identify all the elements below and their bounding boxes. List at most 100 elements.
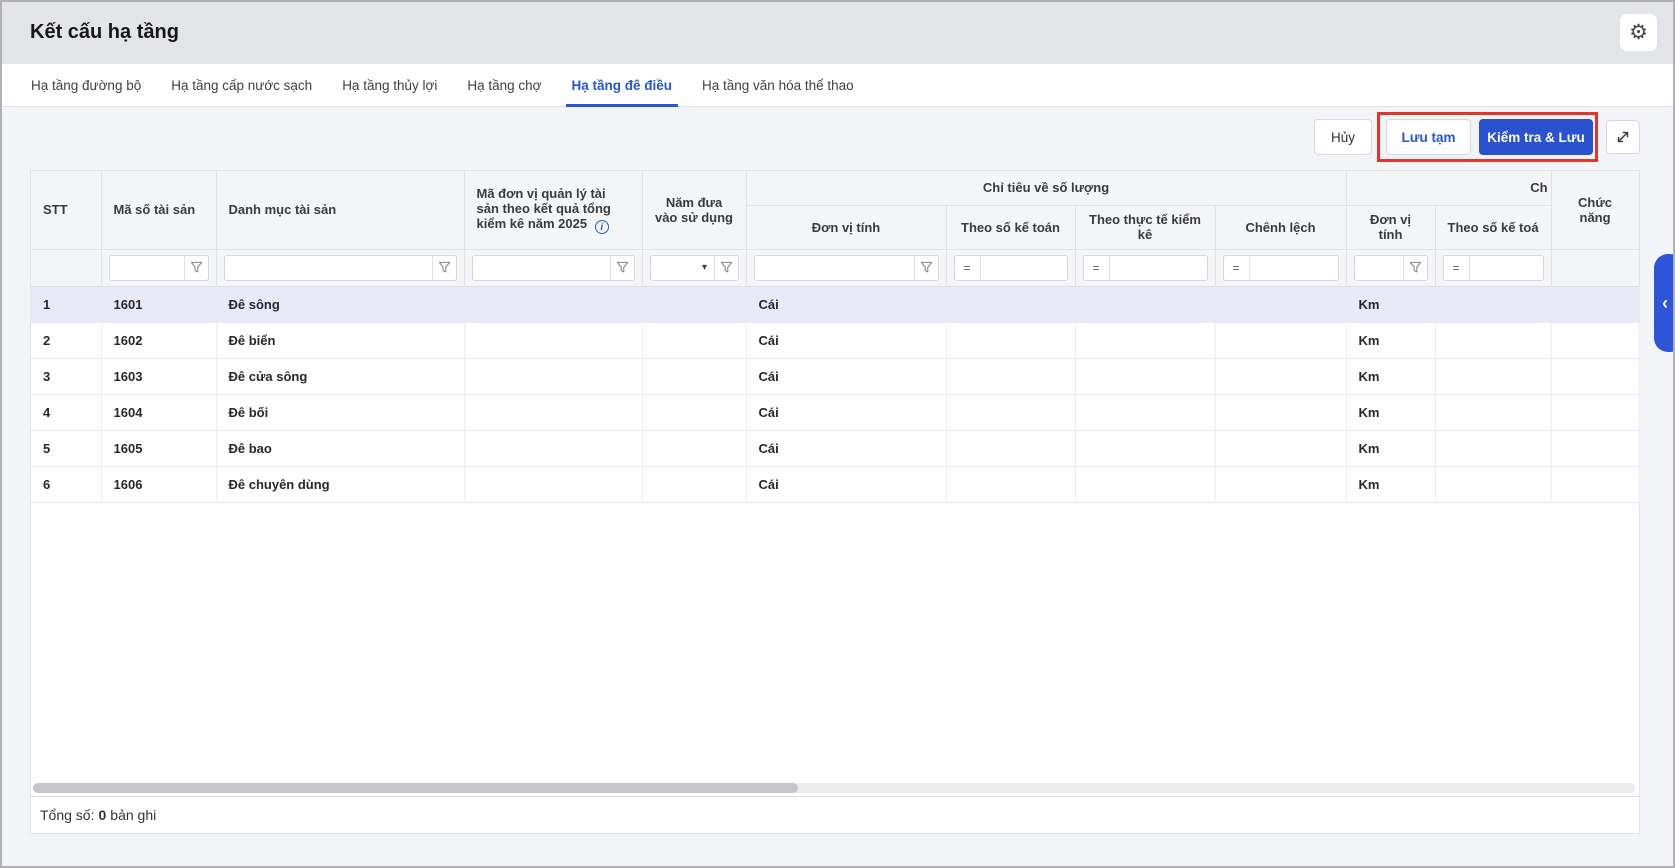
side-panel-handle[interactable]: ‹: [1654, 254, 1675, 352]
column-header-2[interactable]: Danh mục tài sản: [216, 171, 464, 249]
check-and-save-button[interactable]: Kiểm tra & Lưu: [1479, 119, 1593, 155]
column-header-4[interactable]: Năm đưa vào sử dụng: [642, 171, 746, 249]
cell: Cái: [746, 430, 946, 466]
filter-row: ▾ = = = =: [31, 249, 1639, 286]
column-header-9[interactable]: Đơn vị tính: [1346, 205, 1435, 249]
grid-table: STTMã số tài sảnDanh mục tài sảnMã đơn v…: [31, 171, 1640, 503]
select-caret-icon[interactable]: ▾: [696, 262, 714, 273]
filter-cell-8[interactable]: =: [1215, 249, 1346, 286]
cell: 1602: [101, 322, 216, 358]
filter-cell-5[interactable]: [746, 249, 946, 286]
funnel-icon[interactable]: [715, 261, 738, 274]
column-header-3[interactable]: Mã đơn vị quản lý tài sản theo kết quả t…: [464, 171, 642, 249]
table-row[interactable]: 11601Đê sôngCáiKm: [31, 286, 1639, 322]
cell: [1551, 286, 1639, 322]
cell: [946, 466, 1075, 502]
tab-5[interactable]: Hạ tầng văn hóa thể thao: [687, 64, 869, 106]
expand-button[interactable]: [1606, 120, 1640, 154]
equals-operator-button[interactable]: =: [1444, 261, 1469, 275]
cell: [464, 358, 642, 394]
cell: [1435, 466, 1551, 502]
cell: [1215, 430, 1346, 466]
filter-input-7[interactable]: [1110, 257, 1207, 279]
expand-icon: [1615, 129, 1631, 145]
equals-operator-button[interactable]: =: [1084, 261, 1109, 275]
cell: [946, 322, 1075, 358]
filter-cell-3[interactable]: [464, 249, 642, 286]
filter-input-9[interactable]: [1355, 257, 1403, 279]
filter-input-4[interactable]: [651, 257, 696, 279]
filter-cell-0: [31, 249, 101, 286]
cell: Km: [1346, 430, 1435, 466]
table-row[interactable]: 31603Đê cửa sôngCáiKm: [31, 358, 1639, 394]
table-row[interactable]: 41604Đê bốiCáiKm: [31, 394, 1639, 430]
cell: Km: [1346, 358, 1435, 394]
cell: Cái: [746, 286, 946, 322]
funnel-icon[interactable]: [915, 261, 938, 274]
filter-cell-7[interactable]: =: [1075, 249, 1215, 286]
save-temp-button[interactable]: Lưu tạm: [1386, 119, 1471, 155]
cell: Cái: [746, 322, 946, 358]
h-scrollbar: [33, 783, 1635, 793]
filter-cell-2[interactable]: [216, 249, 464, 286]
cell: [464, 466, 642, 502]
filter-cell-10[interactable]: =: [1435, 249, 1551, 286]
tab-2[interactable]: Hạ tầng thủy lợi: [327, 64, 452, 106]
cell: [1435, 358, 1551, 394]
filter-input-10[interactable]: [1470, 257, 1543, 279]
tab-1[interactable]: Hạ tầng cấp nước sạch: [156, 64, 327, 106]
funnel-icon[interactable]: [185, 261, 208, 274]
filter-input-8[interactable]: [1250, 257, 1338, 279]
cell: [1215, 394, 1346, 430]
data-grid: STTMã số tài sảnDanh mục tài sảnMã đơn v…: [30, 170, 1640, 834]
column-header-10[interactable]: Theo số kế toá: [1435, 205, 1551, 249]
tab-4-active[interactable]: Hạ tầng đê điều: [557, 64, 688, 106]
cell: [1075, 430, 1215, 466]
filter-input-2[interactable]: [225, 257, 432, 279]
h-scrollbar-thumb[interactable]: [33, 783, 798, 793]
filter-input-1[interactable]: [110, 257, 184, 279]
filter-cell-1[interactable]: [101, 249, 216, 286]
cell: 6: [31, 466, 101, 502]
filter-cell-4[interactable]: ▾: [642, 249, 746, 286]
cell: [1075, 286, 1215, 322]
cell: [1551, 430, 1639, 466]
gear-icon: ⚙: [1629, 22, 1648, 43]
table-row[interactable]: 51605Đê baoCáiKm: [31, 430, 1639, 466]
tab-3[interactable]: Hạ tầng chợ: [452, 64, 556, 106]
table-row[interactable]: 61606Đê chuyên dùngCáiKm: [31, 466, 1639, 502]
settings-button[interactable]: ⚙: [1620, 14, 1657, 51]
info-icon[interactable]: i: [595, 220, 609, 234]
column-header-1[interactable]: Mã số tài sản: [101, 171, 216, 249]
column-header-5[interactable]: Đơn vị tính: [746, 205, 946, 249]
cell: [1215, 358, 1346, 394]
tab-0[interactable]: Hạ tầng đường bộ: [16, 64, 156, 106]
funnel-icon[interactable]: [1404, 261, 1427, 274]
window: Kết cấu hạ tầng ⚙ Hạ tầng đường bộHạ tần…: [0, 0, 1675, 868]
cell: [642, 286, 746, 322]
table-row[interactable]: 21602Đê biểnCáiKm: [31, 322, 1639, 358]
cell: 1605: [101, 430, 216, 466]
cancel-button[interactable]: Hủy: [1314, 119, 1372, 155]
filter-input-5[interactable]: [755, 257, 914, 279]
column-header-8[interactable]: Chênh lệch: [1215, 205, 1346, 249]
funnel-icon[interactable]: [611, 261, 634, 274]
cell: [464, 286, 642, 322]
filter-cell-6[interactable]: =: [946, 249, 1075, 286]
equals-operator-button[interactable]: =: [955, 261, 980, 275]
cell: 3: [31, 358, 101, 394]
filter-input-3[interactable]: [473, 257, 610, 279]
filter-cell-9[interactable]: [1346, 249, 1435, 286]
cell: 1: [31, 286, 101, 322]
funnel-icon[interactable]: [433, 261, 456, 274]
column-header-0[interactable]: STT: [31, 171, 101, 249]
filter-input-6[interactable]: [981, 257, 1067, 279]
column-header-6[interactable]: Theo số kế toán: [946, 205, 1075, 249]
cell: Cái: [746, 358, 946, 394]
cell: [1075, 394, 1215, 430]
column-header-7[interactable]: Theo thực tế kiểm kê: [1075, 205, 1215, 249]
equals-operator-button[interactable]: =: [1224, 261, 1249, 275]
cell: [464, 430, 642, 466]
cell: 1603: [101, 358, 216, 394]
column-header-11[interactable]: Chức năng: [1551, 171, 1639, 249]
